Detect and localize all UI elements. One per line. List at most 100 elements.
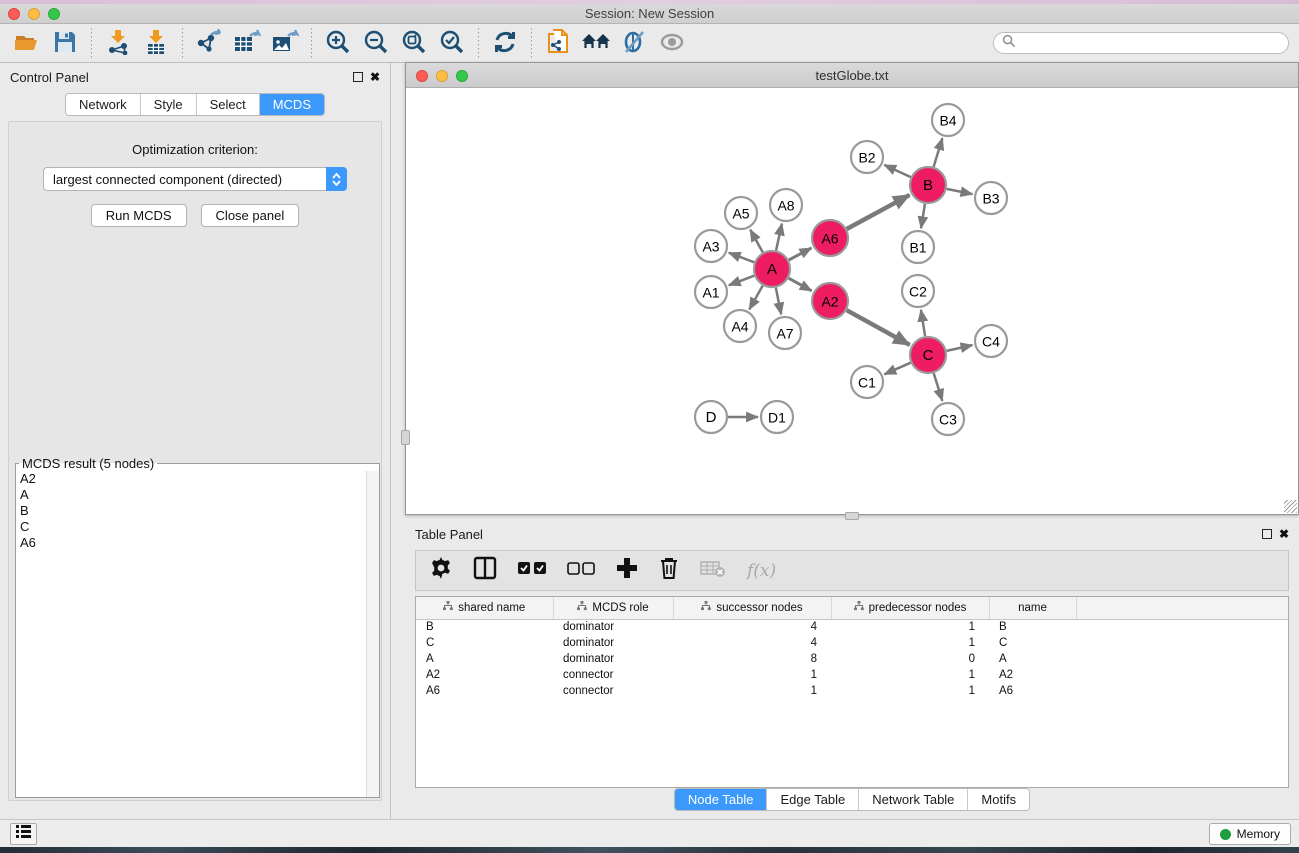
graph-edge-A-A2[interactable] (789, 278, 812, 291)
zoom-in-button[interactable] (319, 27, 357, 59)
network-canvas[interactable]: B4 B2 B B3 A8 A5 A6 A3 B1 A C2 A1 A2 A4 A7 C4 C C1 D D1 C3 (406, 88, 1298, 514)
import-table-button[interactable] (137, 27, 175, 59)
graph-edge-A-A8[interactable] (776, 224, 782, 251)
float-panel-icon[interactable] (1262, 529, 1272, 539)
tab-network-table[interactable]: Network Table (859, 789, 968, 810)
graph-node-C[interactable]: C (910, 337, 946, 373)
delete-table-button[interactable] (700, 557, 726, 585)
graph-edge-C-C2[interactable] (921, 310, 925, 336)
graph-node-C1[interactable]: C1 (851, 366, 883, 398)
result-item[interactable]: A2 (16, 471, 366, 487)
open-session-button[interactable] (8, 27, 46, 59)
graph-node-A4[interactable]: A4 (724, 310, 756, 342)
column-selector-button[interactable] (473, 557, 497, 585)
graph-edge-B-B1[interactable] (921, 204, 925, 228)
import-network-button[interactable] (99, 27, 137, 59)
refresh-button[interactable] (486, 27, 524, 59)
vertical-splitter-handle[interactable] (401, 430, 410, 445)
column-header-MCDS-role[interactable]: MCDS role (553, 597, 673, 619)
add-column-button[interactable] (616, 557, 638, 585)
run-mcds-button[interactable]: Run MCDS (91, 204, 187, 227)
delete-column-button[interactable] (659, 557, 679, 585)
result-item[interactable]: A (16, 487, 366, 503)
graph-node-B2[interactable]: B2 (851, 141, 883, 173)
column-header-name[interactable]: name (989, 597, 1076, 619)
graph-node-C4[interactable]: C4 (975, 325, 1007, 357)
graph-node-B4[interactable]: B4 (932, 104, 964, 136)
result-item[interactable]: C (16, 519, 366, 535)
graph-node-A8[interactable]: A8 (770, 189, 802, 221)
graph-edge-B-B2[interactable] (884, 165, 910, 177)
column-header-predecessor-nodes[interactable]: predecessor nodes (831, 597, 989, 619)
export-image-button[interactable] (266, 27, 304, 59)
tab-node-table[interactable]: Node Table (675, 789, 768, 810)
zoom-selected-button[interactable] (433, 27, 471, 59)
zoom-out-button[interactable] (357, 27, 395, 59)
zoom-traffic-light[interactable] (48, 8, 60, 20)
graph-node-A1[interactable]: A1 (695, 276, 727, 308)
graph-edge-A-A5[interactable] (750, 230, 763, 253)
graph-node-A6[interactable]: A6 (812, 220, 848, 256)
graph-node-A2[interactable]: A2 (812, 283, 848, 319)
graph-node-A3[interactable]: A3 (695, 230, 727, 262)
table-row[interactable]: Adominator80A (416, 651, 1288, 667)
tab-select[interactable]: Select (197, 94, 260, 115)
graph-edge-A-A6[interactable] (789, 248, 812, 260)
show-hide-button[interactable] (653, 27, 691, 59)
close-panel-icon[interactable]: ✖ (370, 72, 380, 82)
graph-edge-B-B4[interactable] (934, 138, 943, 167)
graph-edge-B-B3[interactable] (947, 189, 973, 194)
close-panel-icon[interactable]: ✖ (1279, 529, 1289, 539)
graph-node-A7[interactable]: A7 (769, 317, 801, 349)
graph-node-C3[interactable]: C3 (932, 403, 964, 435)
graph-node-C2[interactable]: C2 (902, 275, 934, 307)
graph-node-D[interactable]: D (695, 401, 727, 433)
criterion-dropdown[interactable]: largest connected component (directed) (43, 167, 347, 191)
result-item[interactable]: A6 (16, 535, 366, 551)
tab-style[interactable]: Style (141, 94, 197, 115)
table-row[interactable]: A6connector11A6 (416, 683, 1288, 699)
close-traffic-light[interactable] (8, 8, 20, 20)
tab-network[interactable]: Network (66, 94, 141, 115)
minimize-traffic-light[interactable] (436, 70, 448, 82)
resize-grip-icon[interactable] (1284, 500, 1297, 513)
close-traffic-light[interactable] (416, 70, 428, 82)
table-row[interactable]: Bdominator41B (416, 619, 1288, 635)
graph-edge-C-C1[interactable] (884, 363, 910, 375)
search-field[interactable] (993, 32, 1289, 54)
tab-motifs[interactable]: Motifs (968, 789, 1029, 810)
graph-node-B3[interactable]: B3 (975, 182, 1007, 214)
table-settings-button[interactable] (430, 557, 452, 585)
graph-node-A5[interactable]: A5 (725, 197, 757, 229)
minimize-traffic-light[interactable] (28, 8, 40, 20)
graph-edge-A-A1[interactable] (729, 276, 754, 286)
export-table-button[interactable] (228, 27, 266, 59)
column-header-successor-nodes[interactable]: successor nodes (673, 597, 831, 619)
graph-edge-A-A7[interactable] (776, 288, 781, 315)
deselect-all-button[interactable] (567, 557, 595, 585)
graph-edge-A-A4[interactable] (749, 286, 762, 310)
close-panel-button[interactable]: Close panel (201, 204, 300, 227)
graph-node-D1[interactable]: D1 (761, 401, 793, 433)
search-input[interactable] (1016, 34, 1280, 52)
table-row[interactable]: Cdominator41C (416, 635, 1288, 651)
graph-edge-A-A3[interactable] (729, 253, 754, 263)
graph-node-B1[interactable]: B1 (902, 231, 934, 263)
graph-node-B[interactable]: B (910, 167, 946, 203)
home-overview-button[interactable] (577, 27, 615, 59)
graph-edge-A2-C[interactable] (847, 310, 910, 345)
clone-network-button[interactable] (539, 27, 577, 59)
select-all-button[interactable] (518, 557, 546, 585)
tab-edge-table[interactable]: Edge Table (767, 789, 859, 810)
zoom-fit-button[interactable] (395, 27, 433, 59)
graph-node-A[interactable]: A (754, 251, 790, 287)
function-builder-button[interactable]: f(x) (747, 557, 776, 585)
export-network-button[interactable] (190, 27, 228, 59)
graph-edge-C-C4[interactable] (947, 345, 973, 351)
save-session-button[interactable] (46, 27, 84, 59)
result-item[interactable]: B (16, 503, 366, 519)
tab-mcds[interactable]: MCDS (260, 94, 324, 115)
graph-edge-C-C3[interactable] (934, 373, 943, 401)
horizontal-splitter-handle[interactable] (845, 512, 859, 520)
float-panel-icon[interactable] (353, 72, 363, 82)
